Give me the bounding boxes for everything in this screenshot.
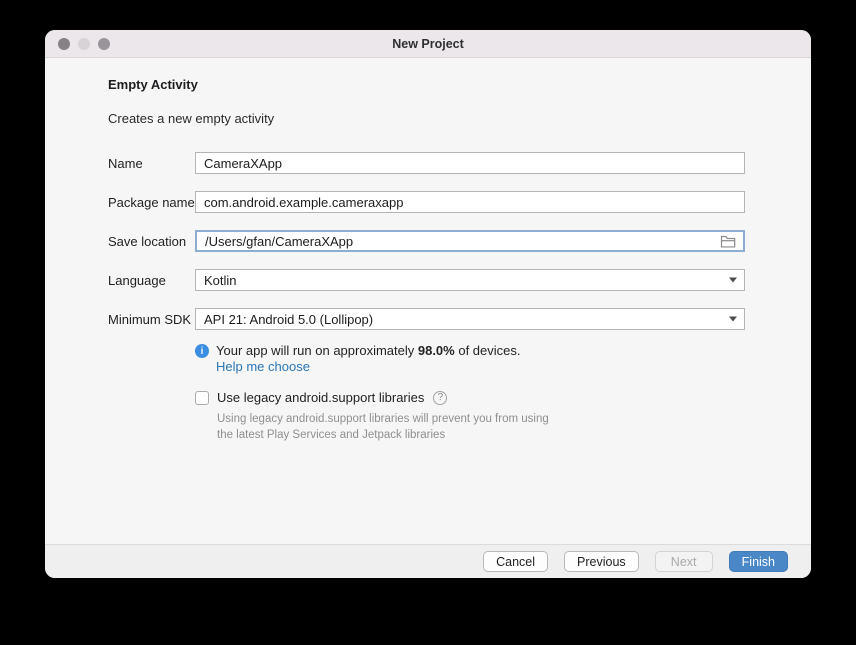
- titlebar: New Project: [45, 30, 811, 58]
- save-location-label: Save location: [108, 234, 195, 249]
- legacy-support-description: Using legacy android.support libraries w…: [217, 412, 745, 443]
- minimum-sdk-dropdown[interactable]: API 21: Android 5.0 (Lollipop): [195, 308, 745, 330]
- package-name-label: Package name: [108, 195, 195, 210]
- language-value: Kotlin: [196, 273, 245, 288]
- new-project-dialog: New Project Empty Activity Creates a new…: [45, 30, 811, 578]
- dialog-body: Empty Activity Creates a new empty activ…: [45, 58, 811, 544]
- save-location-row: Save location: [108, 230, 745, 252]
- legacy-desc-line2: the latest Play Services and Jetpack lib…: [217, 429, 445, 441]
- name-label: Name: [108, 156, 195, 171]
- finish-button[interactable]: Finish: [729, 551, 788, 572]
- chevron-down-icon: [729, 278, 737, 283]
- sdk-info-after: of devices.: [455, 343, 521, 358]
- cancel-button[interactable]: Cancel: [483, 551, 548, 572]
- next-button: Next: [655, 551, 713, 572]
- minimum-sdk-value: API 21: Android 5.0 (Lollipop): [196, 312, 381, 327]
- language-label: Language: [108, 273, 195, 288]
- window-title: New Project: [45, 30, 811, 57]
- legacy-support-label: Use legacy android.support libraries: [217, 390, 424, 405]
- language-row: Language Kotlin: [108, 269, 745, 291]
- sdk-info-block: i Your app will run on approximately 98.…: [195, 343, 745, 375]
- page-subtitle: Creates a new empty activity: [108, 111, 745, 126]
- minimum-sdk-label: Minimum SDK: [108, 312, 195, 327]
- package-row: Package name: [108, 191, 745, 213]
- info-icon: i: [195, 344, 209, 358]
- folder-browse-icon[interactable]: [720, 235, 736, 248]
- sdk-info-text: Your app will run on approximately 98.0%…: [216, 343, 521, 375]
- name-row: Name: [108, 152, 745, 174]
- save-location-field-wrap: [195, 230, 745, 252]
- package-field-wrap: [195, 191, 745, 213]
- sdk-info-percent: 98.0%: [418, 343, 455, 358]
- legacy-support-checkbox[interactable]: [195, 391, 209, 405]
- sdk-info-before: Your app will run on approximately: [216, 343, 418, 358]
- name-field-wrap: [195, 152, 745, 174]
- help-me-choose-link[interactable]: Help me choose: [216, 359, 310, 374]
- legacy-desc-line1: Using legacy android.support libraries w…: [217, 413, 549, 425]
- dialog-footer: Cancel Previous Next Finish: [45, 544, 811, 578]
- language-dropdown[interactable]: Kotlin: [195, 269, 745, 291]
- question-help-icon[interactable]: ?: [433, 391, 447, 405]
- page-title: Empty Activity: [108, 58, 745, 92]
- save-location-input[interactable]: [197, 232, 743, 250]
- minimum-sdk-row: Minimum SDK API 21: Android 5.0 (Lollipo…: [108, 308, 745, 330]
- package-name-input[interactable]: [196, 192, 744, 212]
- legacy-support-row: Use legacy android.support libraries ?: [195, 390, 745, 405]
- chevron-down-icon: [729, 317, 737, 322]
- name-input[interactable]: [196, 153, 744, 173]
- previous-button[interactable]: Previous: [564, 551, 639, 572]
